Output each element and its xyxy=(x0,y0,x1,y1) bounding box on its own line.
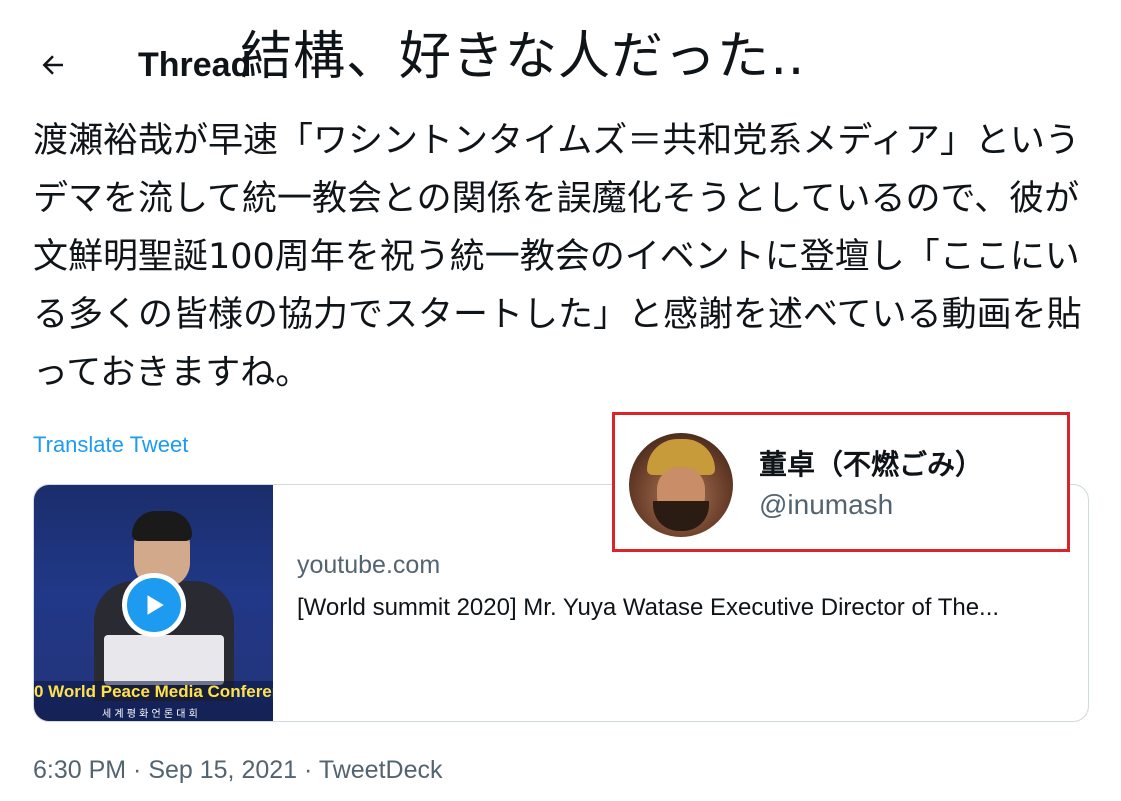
overlay-caption: 結構、好きな人だった‥ xyxy=(240,27,806,87)
highlighted-user-box: 董卓（不燃ごみ） @inumash xyxy=(612,412,1070,552)
user-handle[interactable]: @inumash xyxy=(759,489,893,521)
thumbnail-banner-subtitle: 세 계 평 화 언 론 대 회 xyxy=(102,709,198,720)
back-button[interactable] xyxy=(36,48,70,82)
tweet-timestamp[interactable]: 6:30 PM · Sep 15, 2021 · TweetDeck xyxy=(33,756,443,785)
thumbnail-banner-text: 0 World Peace Media Conferen xyxy=(34,682,273,701)
tweet-text: 渡瀬裕哉が早速「ワシントンタイムズ＝共和党系メディア」というデマを流して統一教会… xyxy=(33,121,1082,393)
header-title: Thread xyxy=(138,46,252,84)
arrow-left-icon xyxy=(42,55,63,75)
video-thumbnail[interactable]: 0 World Peace Media Conferen 세 계 평 화 언 론… xyxy=(34,485,273,721)
card-title: [World summit 2020] Mr. Yuya Watase Exec… xyxy=(297,594,1000,621)
translate-tweet-link[interactable]: Translate Tweet xyxy=(33,432,188,458)
play-icon xyxy=(147,595,164,615)
card-domain: youtube.com xyxy=(297,551,441,579)
thumbnail-speaker-hair xyxy=(132,511,192,541)
avatar[interactable] xyxy=(629,433,733,537)
thumbnail-podium xyxy=(104,635,224,685)
user-display-name[interactable]: 董卓（不燃ごみ） xyxy=(759,443,983,483)
avatar-beard xyxy=(653,501,709,531)
play-button[interactable] xyxy=(122,573,186,637)
